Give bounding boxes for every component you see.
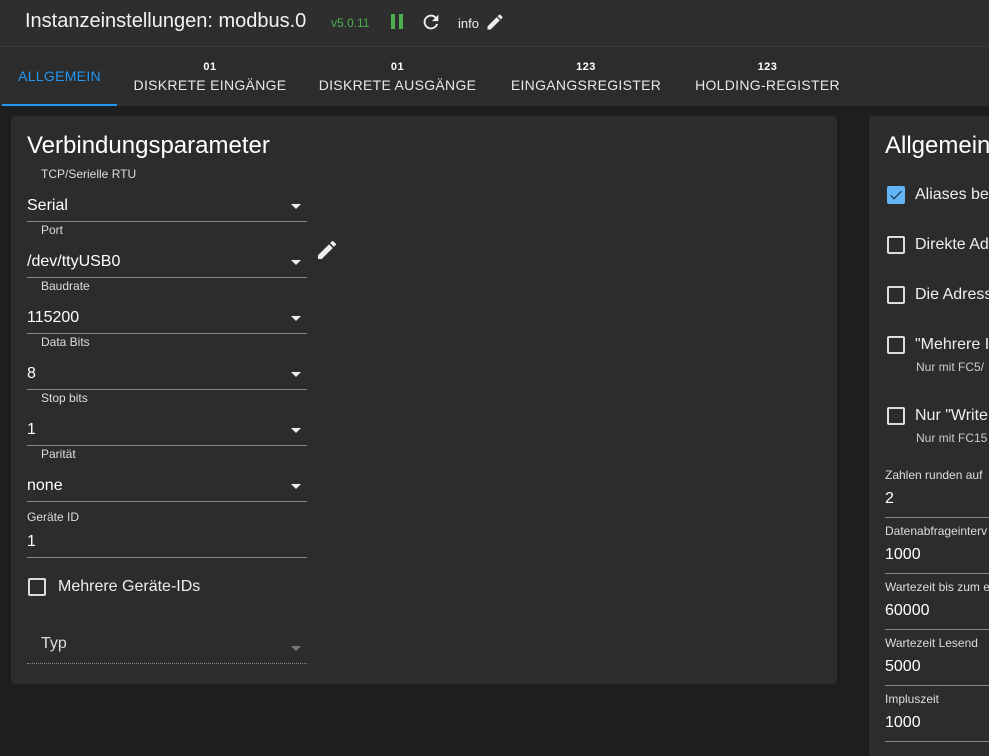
pencil-icon[interactable] (485, 12, 505, 32)
field-underline (885, 741, 989, 742)
chevron-down-icon (291, 372, 301, 377)
field-underline (27, 557, 307, 558)
tab-label: HOLDING-REGISTER (695, 77, 840, 93)
aliases-checkbox[interactable] (887, 186, 905, 204)
field-value: 115200 (27, 309, 80, 326)
field-value: 1000 (885, 546, 921, 563)
field-label: Parität (41, 447, 76, 461)
field-value: 1000 (885, 714, 921, 731)
data-bits-select[interactable]: Data Bits 8 (27, 334, 307, 390)
multi-device-checkbox[interactable] (28, 578, 46, 596)
field-label: Port (41, 223, 64, 237)
top-bar: Instanzeinstellungen: modbus.0 v5.0.11 i… (0, 0, 989, 47)
tab-eingangsregister[interactable]: 123 EINGANGSREGISTER (506, 47, 666, 106)
checkmark-icon (890, 190, 902, 200)
field-label: Geräte ID (27, 510, 80, 524)
tab-label: DISKRETE AUSGÄNGE (318, 77, 477, 93)
field-value: 60000 (885, 602, 930, 619)
connection-type-select[interactable]: TCP/Serielle RTU Serial (27, 166, 307, 222)
tab-diskrete-ausgaenge[interactable]: 01 DISKRETE AUSGÄNGE (316, 47, 479, 106)
field-underline (885, 573, 989, 574)
field-placeholder: Typ (41, 635, 67, 652)
tab-type-badge: 01 (390, 61, 405, 73)
multiple-registers-label: "Mehrere I (915, 336, 989, 353)
tab-allgemein[interactable]: ALLGEMEIN (2, 47, 117, 106)
field-label: Zahlen runden auf (885, 468, 983, 482)
field-value: 8 (27, 365, 36, 382)
field-underline (27, 663, 307, 665)
stop-bits-select[interactable]: Stop bits 1 (27, 390, 307, 446)
field-label: Impluszeit (885, 692, 940, 706)
write-only-hint: Nur mit FC15 (916, 431, 988, 445)
poll-interval-input[interactable]: Datenabfrageinterv 1000 (885, 522, 989, 574)
field-value: 2 (885, 490, 894, 507)
field-value: 1 (27, 533, 36, 550)
version-label: v5.0.11 (331, 16, 370, 30)
general-panel: Allgemein Aliases be Direkte Ad Die Adre… (869, 116, 989, 756)
pause-icon[interactable] (389, 14, 405, 30)
field-value: none (27, 477, 63, 494)
read-timeout-input[interactable]: Wartezeit Lesend 5000 (885, 634, 989, 686)
tab-type-badge: 123 (757, 61, 778, 73)
tab-label: DISKRETE EINGÄNGE (133, 77, 287, 93)
round-numbers-input[interactable]: Zahlen runden auf 2 (885, 466, 989, 518)
chevron-down-icon (291, 316, 301, 321)
reconnect-timeout-input[interactable]: Wartezeit bis zum e 60000 (885, 578, 989, 630)
connection-panel: Verbindungsparameter TCP/Serielle RTU Se… (11, 116, 837, 684)
field-value: 1 (27, 421, 36, 438)
page-title: Instanzeinstellungen: modbus.0 (25, 10, 307, 32)
port-select[interactable]: Port /dev/ttyUSB0 (27, 222, 307, 278)
field-underline (885, 629, 989, 630)
chevron-down-icon (291, 484, 301, 489)
field-value: /dev/ttyUSB0 (27, 253, 121, 270)
multiple-registers-hint: Nur mit FC5/ (916, 360, 985, 374)
address-checkbox[interactable] (887, 286, 905, 304)
field-value: 5000 (885, 658, 921, 675)
tab-holding-register[interactable]: 123 HOLDING-REGISTER (690, 47, 845, 106)
tab-diskrete-eingaenge[interactable]: 01 DISKRETE EINGÄNGE (130, 47, 290, 106)
field-label: Datenabfrageinterv (885, 524, 988, 538)
aliases-label: Aliases be (915, 186, 989, 203)
write-only-checkbox[interactable] (887, 407, 905, 425)
multiple-registers-checkbox[interactable] (887, 336, 905, 354)
chevron-down-icon (291, 260, 301, 265)
pencil-icon[interactable] (315, 238, 339, 262)
general-title: Allgemein (885, 132, 989, 159)
baudrate-select[interactable]: Baudrate 115200 (27, 278, 307, 334)
field-label: Stop bits (41, 391, 88, 405)
field-label: Baudrate (41, 279, 90, 293)
connection-title: Verbindungsparameter (27, 132, 270, 159)
chevron-down-icon (291, 646, 301, 651)
tab-type-badge: 123 (576, 61, 596, 73)
refresh-icon[interactable] (420, 11, 442, 33)
address-label: Die Adress (915, 286, 989, 303)
chevron-down-icon (291, 428, 301, 433)
field-underline (885, 685, 989, 686)
chevron-down-icon (291, 204, 301, 209)
device-id-input[interactable]: Geräte ID 1 (27, 508, 307, 558)
tab-bar: ALLGEMEIN 01 DISKRETE EINGÄNGE 01 DISKRE… (0, 47, 989, 106)
direct-addressing-checkbox[interactable] (887, 236, 905, 254)
tab-label: EINGANGSREGISTER (510, 77, 662, 93)
field-underline (27, 501, 307, 502)
field-label: TCP/Serielle RTU (41, 167, 137, 181)
tab-label: ALLGEMEIN (18, 68, 101, 84)
field-label: Data Bits (41, 335, 90, 349)
field-underline (885, 517, 989, 518)
info-link[interactable]: info (458, 16, 479, 31)
parity-select[interactable]: Parität none (27, 446, 307, 502)
write-only-label: Nur "Write (915, 407, 988, 424)
direct-addressing-label: Direkte Ad (915, 236, 989, 253)
pulse-time-input[interactable]: Impluszeit 1000 (885, 690, 989, 742)
multi-device-label: Mehrere Geräte-IDs (58, 578, 201, 595)
field-label: Wartezeit Lesend (885, 636, 978, 650)
tab-type-badge: 01 (203, 61, 217, 73)
type-select[interactable]: Typ (27, 624, 307, 664)
field-label: Wartezeit bis zum e (885, 580, 989, 594)
field-value: Serial (27, 197, 68, 214)
